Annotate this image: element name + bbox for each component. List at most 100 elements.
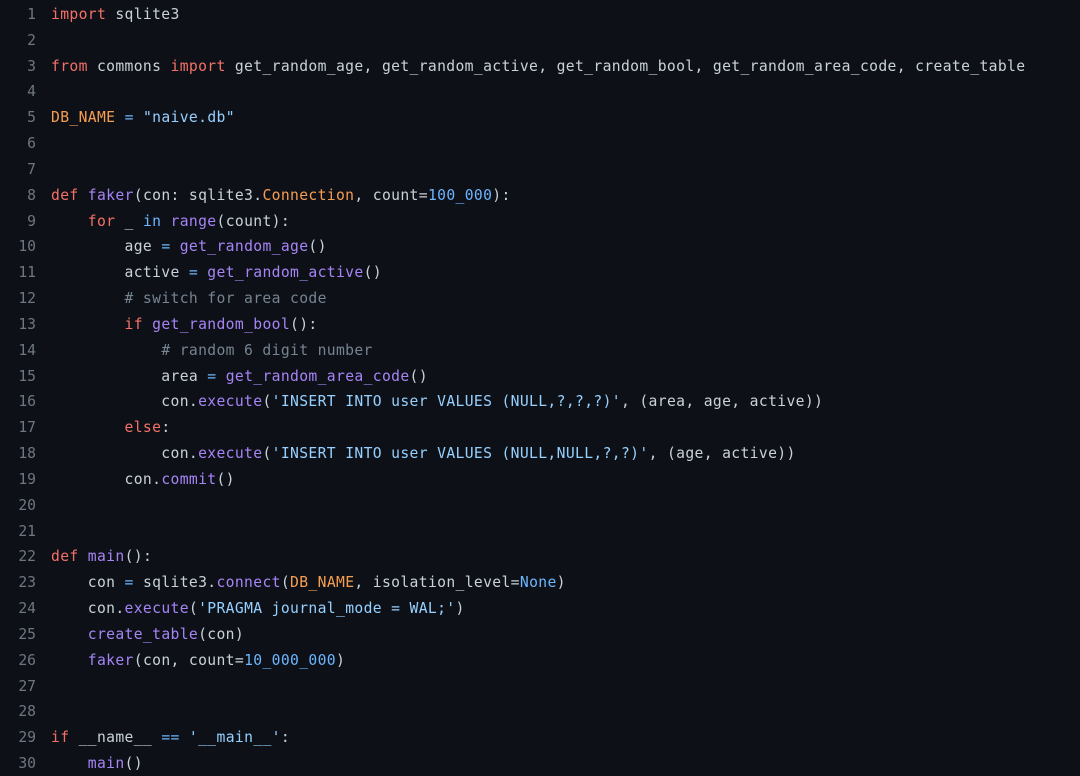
code-line[interactable]: con.execute('INSERT INTO user VALUES (NU… xyxy=(51,441,1080,467)
code-line[interactable]: for _ in range(count): xyxy=(51,209,1080,235)
line-number: 7 xyxy=(27,160,36,178)
code-token: ) xyxy=(556,574,566,592)
code-line[interactable]: con = sqlite3.connect(DB_NAME, isolation… xyxy=(51,570,1080,596)
code-line[interactable] xyxy=(51,674,1080,700)
code-token: , (area, age, active)) xyxy=(620,393,824,411)
code-line[interactable]: # switch for area code xyxy=(51,286,1080,312)
code-line[interactable] xyxy=(51,79,1080,105)
code-token: DB_NAME xyxy=(51,109,116,127)
code-token: ( xyxy=(280,574,291,592)
code-token: (): xyxy=(124,548,153,566)
line-number: 27 xyxy=(18,677,36,695)
code-token: ( xyxy=(188,600,199,618)
code-token: (count): xyxy=(216,212,291,230)
code-token: sqlite3 xyxy=(106,6,180,23)
code-token: None xyxy=(519,574,557,592)
code-token: (): xyxy=(290,315,318,333)
code-line[interactable]: con.execute('PRAGMA journal_mode = WAL;'… xyxy=(51,596,1080,622)
code-line[interactable]: from commons import get_random_age, get_… xyxy=(51,54,1080,80)
code-line[interactable]: if __name__ == '__main__': xyxy=(51,725,1080,751)
code-token: 'INSERT INTO user VALUES (NULL,?,?,?)' xyxy=(271,393,621,411)
code-token: () xyxy=(216,470,235,488)
code-token: DB_NAME xyxy=(290,574,355,592)
line-number-gutter: 1 2 3 4 5 6 7 8 9 10 11 12 13 14 15 16 17 18 19 20 21 22 23 24 2… xyxy=(0,0,40,776)
line-number: 23 xyxy=(18,574,36,592)
code-token: get_random_bool xyxy=(152,315,291,333)
code-token: = xyxy=(124,109,134,127)
code-line[interactable] xyxy=(51,131,1080,157)
code-token: ): xyxy=(492,186,511,204)
code-line[interactable]: create_table(con) xyxy=(51,622,1080,648)
line-number: 15 xyxy=(18,367,36,385)
code-token: (con) xyxy=(198,625,245,643)
code-token: Connection xyxy=(262,186,355,204)
code-line[interactable]: if get_random_bool(): xyxy=(51,312,1080,338)
code-line[interactable]: def faker(con: sqlite3.Connection, count… xyxy=(51,183,1080,209)
line-number: 11 xyxy=(18,264,36,282)
code-token: , (age, active)) xyxy=(648,445,796,463)
code-line[interactable] xyxy=(51,157,1080,183)
code-line[interactable]: con.execute('INSERT INTO user VALUES (NU… xyxy=(51,389,1080,415)
code-token: faker xyxy=(87,651,134,669)
code-line[interactable]: age = get_random_age() xyxy=(51,234,1080,260)
code-line[interactable] xyxy=(51,493,1080,519)
line-number: 30 xyxy=(18,755,36,773)
line-number: 20 xyxy=(18,496,36,514)
code-line[interactable] xyxy=(51,519,1080,545)
line-number: 14 xyxy=(18,341,36,359)
code-line[interactable]: active = get_random_active() xyxy=(51,260,1080,286)
code-line[interactable]: main() xyxy=(51,751,1080,776)
code-line[interactable]: con.commit() xyxy=(51,467,1080,493)
code-token: commons xyxy=(87,57,171,75)
line-number: 4 xyxy=(27,83,36,101)
line-number: 16 xyxy=(18,393,36,411)
code-token: in xyxy=(142,212,162,230)
line-number: 19 xyxy=(18,470,36,488)
code-line[interactable] xyxy=(51,699,1080,725)
code-line[interactable] xyxy=(51,28,1080,54)
code-token: (con, count= xyxy=(133,651,245,669)
code-token: get_random_age, get_random_active, get_r… xyxy=(225,57,1026,75)
code-token: () xyxy=(308,238,327,256)
code-token: == xyxy=(161,729,180,747)
code-line[interactable]: else: xyxy=(51,415,1080,441)
line-number: 25 xyxy=(18,625,36,643)
code-token: # switch for area code xyxy=(124,290,327,308)
code-line[interactable]: DB_NAME = "naive.db" xyxy=(51,105,1080,131)
code-token: faker xyxy=(87,186,134,204)
code-line[interactable]: faker(con, count=10_000_000) xyxy=(51,648,1080,674)
line-number: 17 xyxy=(18,419,36,437)
code-token: range xyxy=(170,212,217,230)
code-editor[interactable]: 1 2 3 4 5 6 7 8 9 10 11 12 13 14 15 16 17 18 19 20 21 22 23 24 2… xyxy=(0,0,1080,776)
code-token: ( xyxy=(262,393,272,411)
code-line[interactable]: import sqlite3 xyxy=(51,2,1080,28)
code-token: : xyxy=(161,419,171,437)
code-token: connect xyxy=(216,574,281,592)
code-content-area[interactable]: import sqlite3 from commons import get_r… xyxy=(40,0,1080,776)
code-line[interactable]: def main(): xyxy=(51,544,1080,570)
code-token: else xyxy=(124,419,162,437)
code-token: 100_000 xyxy=(427,186,493,204)
code-token: active xyxy=(51,264,189,282)
line-number: 21 xyxy=(18,522,36,540)
line-number: 29 xyxy=(18,729,36,747)
code-token: execute xyxy=(198,393,263,411)
code-line[interactable]: # random 6 digit number xyxy=(51,338,1080,364)
line-number: 2 xyxy=(27,31,36,49)
code-token: commit xyxy=(161,470,217,488)
code-token: (con: sqlite3. xyxy=(133,186,263,204)
code-line[interactable]: area = get_random_area_code() xyxy=(51,364,1080,390)
line-number: 12 xyxy=(18,290,36,308)
code-token: main xyxy=(87,755,125,773)
line-number: 1 xyxy=(27,6,36,23)
code-token: ) xyxy=(455,600,465,618)
